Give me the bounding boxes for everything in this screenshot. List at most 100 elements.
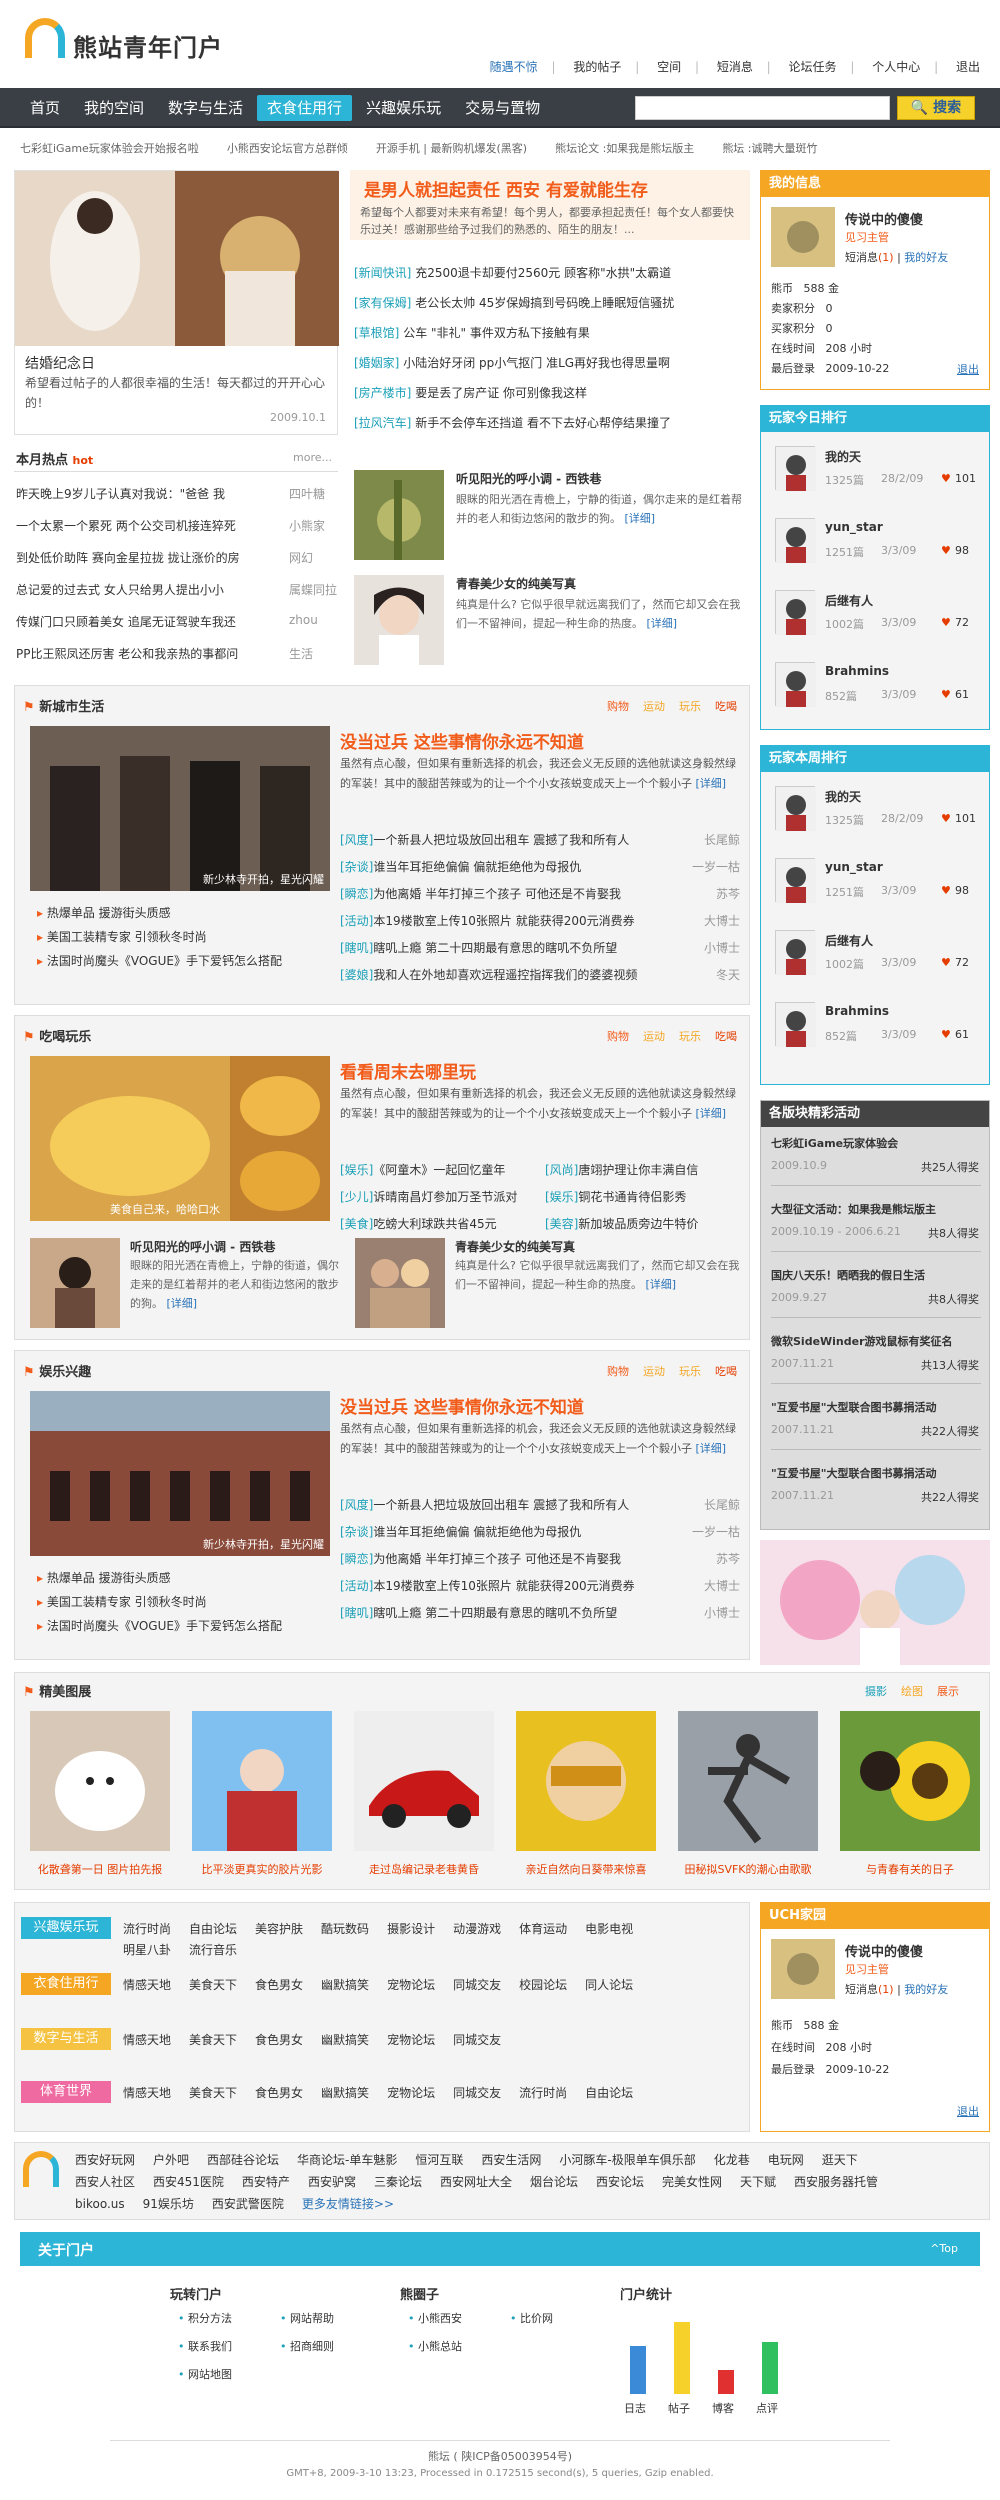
feature-title[interactable]: 听见阳光的呼小调 - 西铁巷: [456, 470, 601, 487]
section-headline[interactable]: 看看周末去哪里玩: [340, 1058, 476, 1083]
friends-link[interactable]: 我的好友: [904, 251, 948, 264]
tab-sport[interactable]: 运动: [643, 1030, 665, 1043]
ticker-item[interactable]: 七彩虹iGame玩家体验会开始报名啦: [20, 140, 199, 162]
site-logo[interactable]: 熊站青年门户: [25, 18, 265, 68]
feature-thumb[interactable]: [354, 575, 444, 665]
news-category[interactable]: [婚姻家]: [354, 356, 399, 370]
gallery-caption[interactable]: 走过岛编记录老巷黄昏: [354, 1861, 494, 1877]
player-name[interactable]: 后继有人: [825, 932, 873, 949]
feature-more-link[interactable]: [详细]: [625, 512, 656, 525]
gallery-image[interactable]: [30, 1711, 170, 1851]
top-link-profile[interactable]: 个人中心: [872, 60, 920, 74]
hot-item[interactable]: 昨天晚上9岁儿子认真对我说："爸爸 我: [16, 485, 276, 502]
tab-shopping[interactable]: 购物: [607, 700, 629, 713]
news-item[interactable]: 充2500退卡却要付2560元 顾客称"水拱"太霸道: [415, 266, 671, 280]
gallery-caption[interactable]: 化散聋第一日 图片拍先报: [30, 1861, 170, 1877]
news-item[interactable]: 小陆治好牙闭 pp小气抠门 准LG再好我也得思量啊: [403, 356, 670, 370]
tab-drawing[interactable]: 绘图: [901, 1685, 923, 1698]
friends-link[interactable]: 我的好友: [904, 1983, 948, 1996]
event-title[interactable]: 国庆八天乐！晒晒我的假日生活: [771, 1267, 981, 1283]
search-button[interactable]: 🔍 搜索: [897, 96, 975, 120]
top-link-messages[interactable]: 短消息: [717, 60, 753, 74]
feature-more-link[interactable]: [详细]: [167, 1297, 198, 1310]
hot-more-link[interactable]: more...: [293, 451, 332, 464]
top-link-tasks[interactable]: 论坛任务: [789, 60, 837, 74]
gallery-caption[interactable]: 比平淡更真实的胶片光影: [192, 1861, 332, 1877]
feature-thumb[interactable]: [354, 470, 444, 560]
player-avatar[interactable]: [775, 518, 816, 563]
headline-title[interactable]: 是男人就担起责任 西安 有爱就能生存: [364, 176, 648, 201]
player-name[interactable]: 后继有人: [825, 592, 873, 609]
feature-title[interactable]: 听见阳光的呼小调 - 西铁巷: [130, 1238, 275, 1255]
hero-photo[interactable]: [15, 171, 339, 346]
user-name[interactable]: 传说中的傻傻: [845, 1941, 923, 1960]
tab-shopping[interactable]: 购物: [607, 1365, 629, 1378]
gallery-caption[interactable]: 田秘拟SVFK的潮心由歌歌: [678, 1861, 818, 1877]
player-avatar[interactable]: [775, 662, 816, 707]
news-category[interactable]: [拉风汽车]: [354, 416, 411, 430]
ticker-item[interactable]: 熊坛论文 :如果我是熊坛版主: [555, 140, 694, 162]
feature-title[interactable]: 青春美少女的纯美写真: [456, 575, 576, 592]
hot-item[interactable]: 一个太累一个累死 两个公交司机接连猝死: [16, 517, 276, 534]
category-tag[interactable]: 数字与生活: [21, 2028, 111, 2050]
gallery-caption[interactable]: 亲近自然向日葵带来惊喜: [516, 1861, 656, 1877]
section-photo[interactable]: 美食自己来，哈哈口水: [30, 1056, 330, 1221]
hot-item[interactable]: 总记爱的过去式 女人只给男人提出小小: [16, 581, 276, 598]
tab-fun[interactable]: 玩乐: [679, 1365, 701, 1378]
player-name[interactable]: 我的天: [825, 788, 861, 805]
top-link-logout[interactable]: 退出: [956, 60, 980, 74]
more-links[interactable]: 更多友情链接>>: [302, 2197, 394, 2211]
hero-caption-title[interactable]: 结婚纪念日: [25, 353, 95, 373]
news-category[interactable]: [家有保姆]: [354, 296, 411, 310]
tab-fun[interactable]: 玩乐: [679, 700, 701, 713]
event-title[interactable]: "互爱书屋"大型联合图书募捐活动: [771, 1399, 981, 1415]
user-name[interactable]: 传说中的傻傻: [845, 209, 923, 228]
back-to-top-link[interactable]: ^Top: [930, 2242, 958, 2255]
section-headline[interactable]: 没当过兵 这些事情你永远不知道: [340, 1393, 584, 1418]
ticker-item[interactable]: 小熊西安论坛官方总群倾: [227, 140, 348, 162]
nav-trade[interactable]: 交易与置物: [455, 95, 550, 121]
tab-sport[interactable]: 运动: [643, 1365, 665, 1378]
tab-food[interactable]: 吃喝: [715, 700, 737, 713]
player-name[interactable]: Brahmins: [825, 664, 889, 678]
section-photo[interactable]: 新少林寺开拍，星光闪耀: [30, 1391, 330, 1556]
nav-digital-life[interactable]: 数字与生活: [158, 95, 253, 121]
tab-fun[interactable]: 玩乐: [679, 1030, 701, 1043]
player-name[interactable]: Brahmins: [825, 1004, 889, 1018]
event-title[interactable]: 大型征文活动：如果我是熊坛版主: [771, 1201, 981, 1217]
search-input[interactable]: [635, 96, 890, 120]
tab-photography[interactable]: 摄影: [865, 1685, 887, 1698]
hot-item[interactable]: PP比王熙凤还厉害 老公和我亲热的事都问: [16, 645, 276, 662]
news-category[interactable]: [草根馆]: [354, 326, 399, 340]
tab-food[interactable]: 吃喝: [715, 1030, 737, 1043]
section-photo[interactable]: 新少林寺开拍，星光闪耀: [30, 726, 330, 891]
feature-title[interactable]: 青春美少女的纯美写真: [455, 1238, 575, 1255]
ticker-item[interactable]: 熊坛 :诚聘大量斑竹: [722, 140, 817, 162]
player-avatar[interactable]: [775, 1002, 816, 1047]
tab-shopping[interactable]: 购物: [607, 1030, 629, 1043]
gallery-image[interactable]: [192, 1711, 332, 1851]
event-title[interactable]: "互爱书屋"大型联合图书募捐活动: [771, 1465, 981, 1481]
news-category[interactable]: [房产楼市]: [354, 386, 411, 400]
event-title[interactable]: 微软SideWinder游戏鼠标有奖征名: [771, 1333, 981, 1349]
news-item[interactable]: 新手不会停车还挡道 看不下去好心帮停结果撞了: [415, 416, 671, 430]
section-more-link[interactable]: [详细]: [696, 1107, 727, 1120]
section-headline[interactable]: 没当过兵 这些事情你永远不知道: [340, 728, 584, 753]
logout-link[interactable]: 退出: [957, 361, 979, 377]
gallery-image[interactable]: [516, 1711, 656, 1851]
hot-item[interactable]: 传媒门口只顾着美女 追尾无证驾驶车我还: [16, 613, 276, 630]
feature-more-link[interactable]: [详细]: [646, 1278, 677, 1291]
player-avatar[interactable]: [775, 590, 816, 635]
section-more-link[interactable]: [详细]: [696, 1442, 727, 1455]
news-item[interactable]: 老公长太帅 45岁保姆搞到号码晚上睡眠短信骚扰: [415, 296, 674, 310]
gallery-caption[interactable]: 与青春有关的日子: [840, 1861, 980, 1877]
tab-sport[interactable]: 运动: [643, 700, 665, 713]
player-avatar[interactable]: [775, 858, 816, 903]
category-tag[interactable]: 衣食住用行: [21, 1973, 111, 1995]
nav-my-space[interactable]: 我的空间: [74, 95, 154, 121]
gallery-image[interactable]: [840, 1711, 980, 1851]
section-more-link[interactable]: [详细]: [696, 777, 727, 790]
player-name[interactable]: yun_star: [825, 520, 883, 534]
player-name[interactable]: 我的天: [825, 448, 861, 465]
news-item[interactable]: 要是丢了房产证 你可别像我这样: [415, 386, 587, 400]
